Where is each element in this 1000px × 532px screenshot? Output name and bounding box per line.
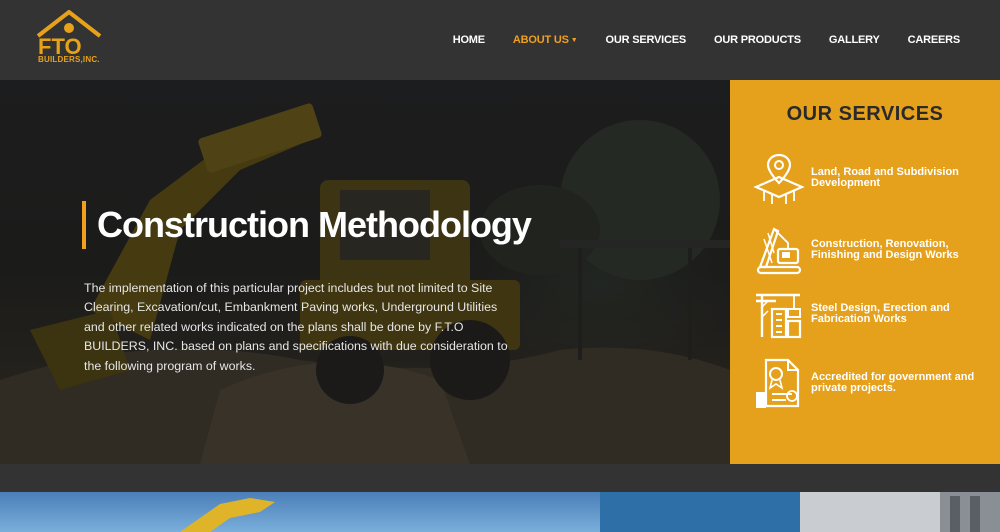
hero-description: The implementation of this particular pr… [84, 281, 508, 373]
nav-about-us[interactable]: ABOUT US ▼ [513, 34, 578, 46]
title-accent-bar [82, 201, 86, 249]
service-label-construction: Construction, Renovation, Finishing and … [811, 238, 959, 261]
service-item-construction[interactable]: Construction, Renovation, Finishing and … [752, 222, 992, 278]
service-label-accredited: Accredited for government and private pr… [811, 371, 975, 394]
nav-home[interactable]: HOME [453, 34, 485, 46]
steel-building-icon [756, 293, 802, 339]
nav-about-us-label: ABOUT US [512, 34, 569, 46]
crane-icon [756, 227, 802, 275]
nav-careers[interactable]: CAREERS [908, 34, 961, 46]
services-panel: OUR SERVICES Land, Road and Subdivision … [730, 80, 1000, 464]
logo-subtitle: BUILDERS,INC. [38, 55, 100, 64]
land-plot-icon [753, 153, 805, 204]
service-item-steel[interactable]: Steel Design, Erection and Fabrication W… [752, 286, 992, 342]
hero-title: Construction Methodology [97, 204, 532, 245]
gallery-image-excavator[interactable] [0, 492, 600, 532]
nav-our-products[interactable]: OUR PRODUCTS [714, 34, 801, 46]
chevron-down-icon: ▼ [570, 37, 578, 44]
services-title: OUR SERVICES [786, 103, 944, 125]
nav-our-services[interactable]: OUR SERVICES [606, 34, 687, 46]
nav-gallery[interactable]: GALLERY [829, 34, 880, 46]
service-label-land: Land, Road and Subdivision Development [811, 166, 959, 189]
gallery-image-sky[interactable] [600, 492, 800, 532]
section-divider [0, 464, 1000, 492]
hero-section: Construction Methodology The implementat… [0, 80, 730, 464]
gallery-image-office[interactable] [800, 492, 1000, 532]
certificate-icon [756, 358, 800, 408]
service-item-land[interactable]: Land, Road and Subdivision Development [752, 150, 992, 206]
service-item-accredited[interactable]: Accredited for government and private pr… [752, 355, 992, 411]
main-nav: HOME ABOUT US ▼ OUR SERVICES OUR PRODUCTS… [453, 0, 960, 80]
service-label-steel: Steel Design, Erection and Fabrication W… [811, 302, 950, 325]
site-header: FTO BUILDERS,INC. HOME ABOUT US ▼ OUR SER… [0, 0, 1000, 80]
